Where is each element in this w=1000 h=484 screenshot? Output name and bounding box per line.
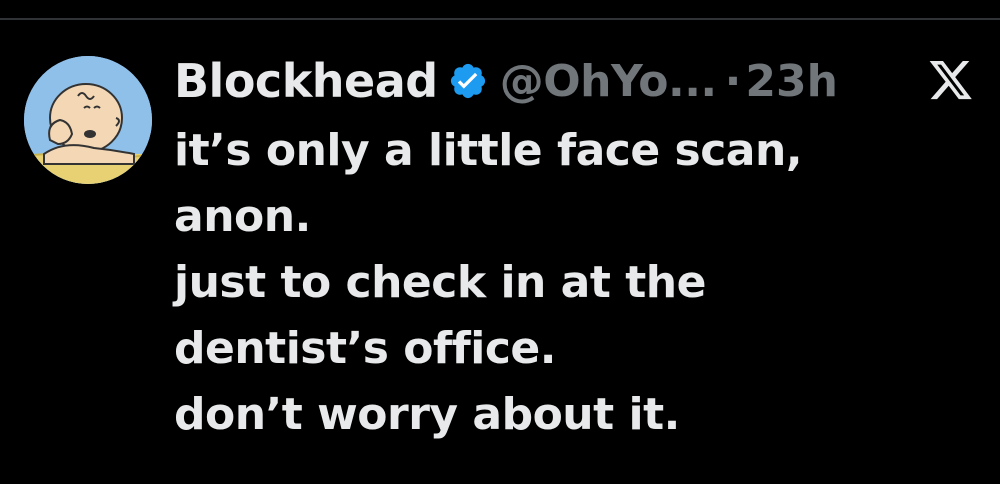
avatar[interactable] — [24, 56, 152, 184]
tweet-text-line: don’t worry about it. — [174, 389, 680, 440]
tweet-text: it’s only a little face scan, anon. just… — [174, 118, 974, 448]
separator-dot: · — [724, 55, 742, 107]
tweet-text-line: dentist’s office. — [174, 323, 556, 374]
verified-badge-icon[interactable] — [448, 61, 488, 101]
tweet-text-line: anon. — [174, 191, 311, 242]
x-logo-icon — [928, 60, 974, 102]
author-name[interactable]: Blockhead — [174, 54, 438, 108]
tweet-text-line: it’s only a little face scan, — [174, 125, 803, 176]
author-handle[interactable]: @OhYo... — [500, 56, 717, 107]
charlie-brown-avatar — [24, 56, 152, 184]
top-divider — [0, 18, 1000, 20]
tweet-header: Blockhead @OhYo... · 23h — [174, 50, 838, 112]
tweet-timestamp[interactable]: 23h — [745, 56, 838, 107]
tweet-text-line: just to check in at the — [174, 257, 706, 308]
